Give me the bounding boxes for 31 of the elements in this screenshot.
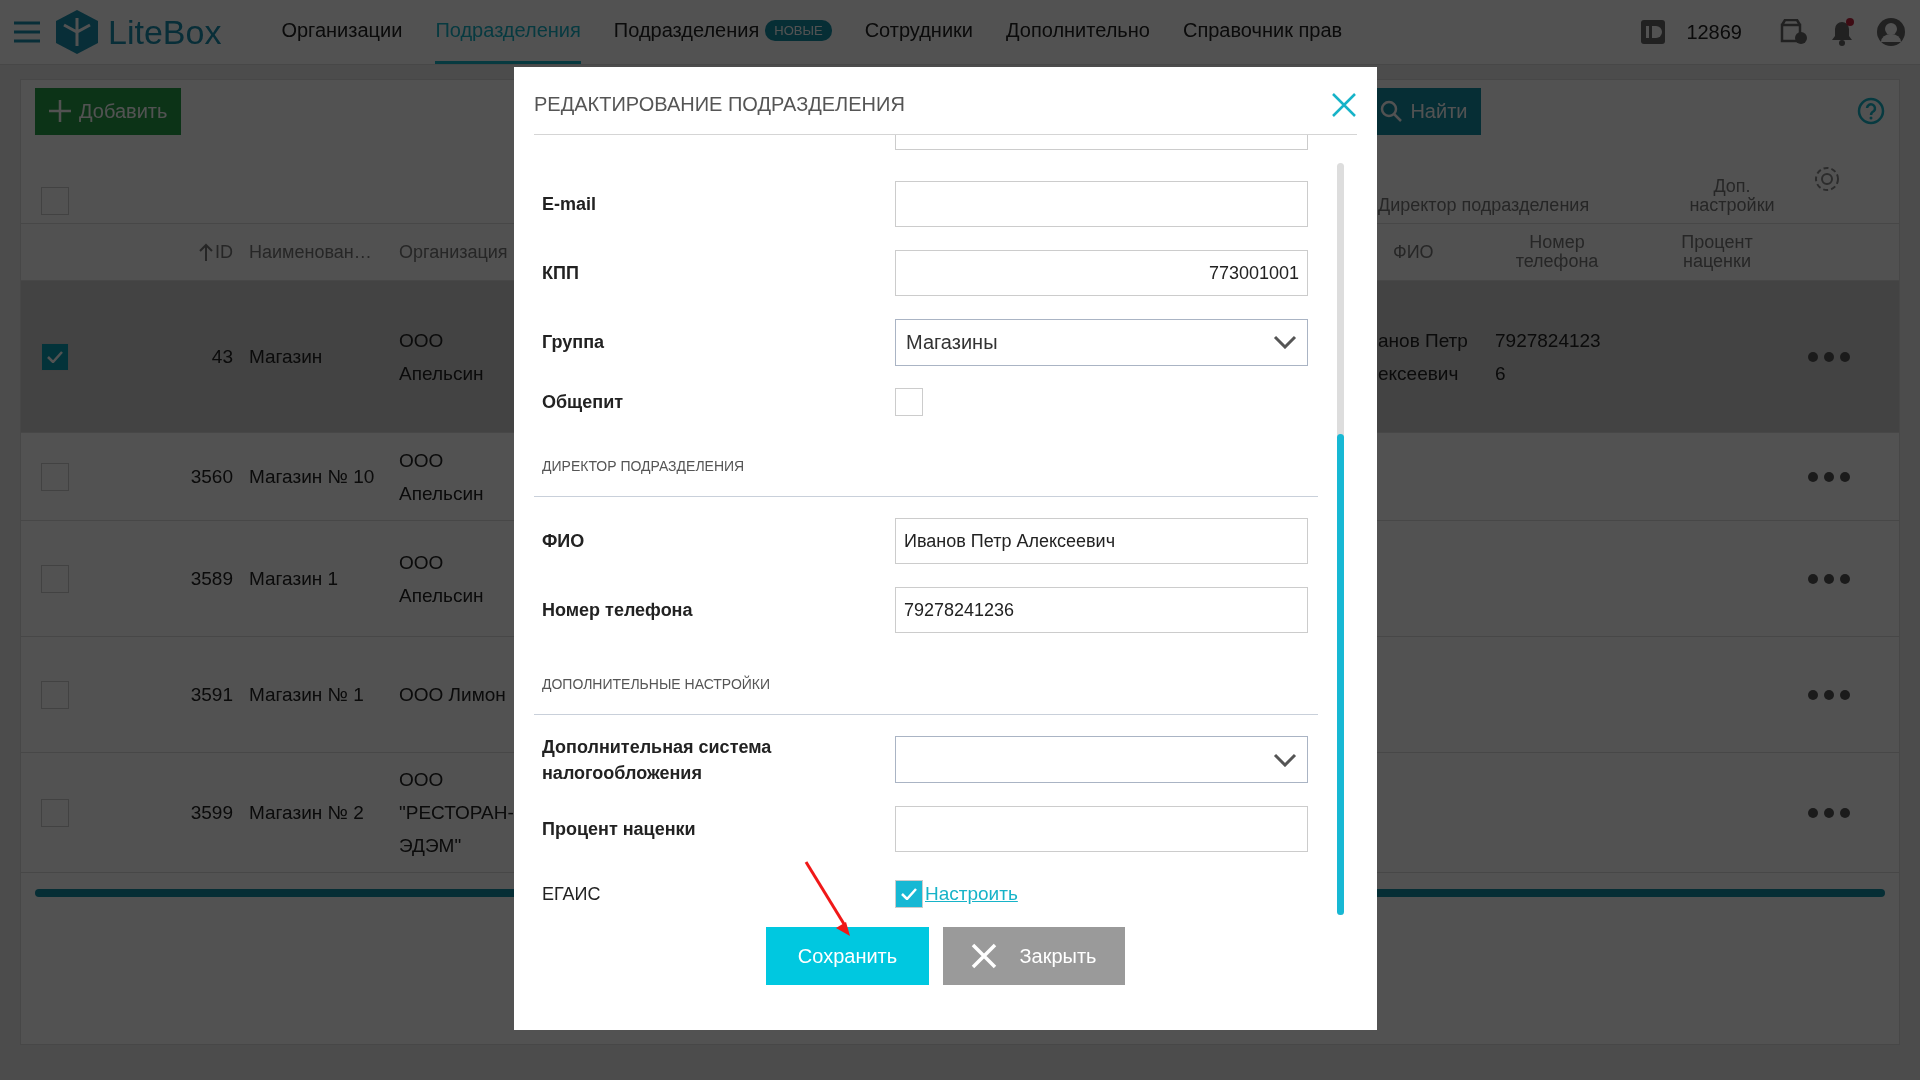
name-cell-text: Магазин <box>248 345 324 369</box>
section-heading: ДОПОЛНИТЕЛЬНЫЕ НАСТРОЙКИ <box>542 676 771 693</box>
name-cell-text: Магазин № 2 <box>248 801 365 825</box>
organization-cell-text: ООО Апельсин <box>398 550 485 608</box>
organization-cell-text: ООО Апельсин <box>398 448 485 506</box>
director-phone-cell-text: 79278241236 <box>1494 328 1602 386</box>
field-label: Номер телефона <box>542 599 694 623</box>
name-cell-text: Магазин 1 <box>248 567 340 591</box>
organization-cell-text: ООО Апельсин <box>398 328 485 386</box>
field-label: Процент наценки <box>542 817 697 841</box>
organization-cell-text: ООО Лимон <box>398 683 507 707</box>
field-label: ФИО <box>542 530 586 554</box>
name-cell-text: Магазин № 1 <box>248 683 365 707</box>
name-cell-text: Магазин № 10 <box>248 465 376 489</box>
logo-text: LiteBox <box>108 12 222 52</box>
dialog-title: РЕДАКТИРОВАНИЕ ПОДРАЗДЕЛЕНИЯ <box>534 93 905 116</box>
field-label: КПП <box>542 262 580 286</box>
field-label: Группа <box>542 331 606 355</box>
id-cell-text: 3599 <box>189 801 234 825</box>
id-cell-text: 3591 <box>189 683 234 707</box>
id-cell-text: 3560 <box>189 465 234 489</box>
new-badge: НОВЫЕ <box>765 20 832 41</box>
section-heading: ДИРЕКТОР ПОДРАЗДЕЛЕНИЯ <box>542 458 745 475</box>
id-cell-text: 3589 <box>189 567 234 591</box>
organization-cell-text: ООО "РЕСТОРАН-ЭДЭМ" <box>398 768 515 858</box>
field-label: Общепит <box>542 390 625 414</box>
account-id: 12869 <box>1686 20 1742 44</box>
field-label: ЕГАИС <box>542 883 602 905</box>
director-name-cell-text: анов Петр ексеевич <box>1378 328 1469 386</box>
id-cell-text: 43 <box>210 345 234 369</box>
field-label: E-mail <box>542 193 598 217</box>
